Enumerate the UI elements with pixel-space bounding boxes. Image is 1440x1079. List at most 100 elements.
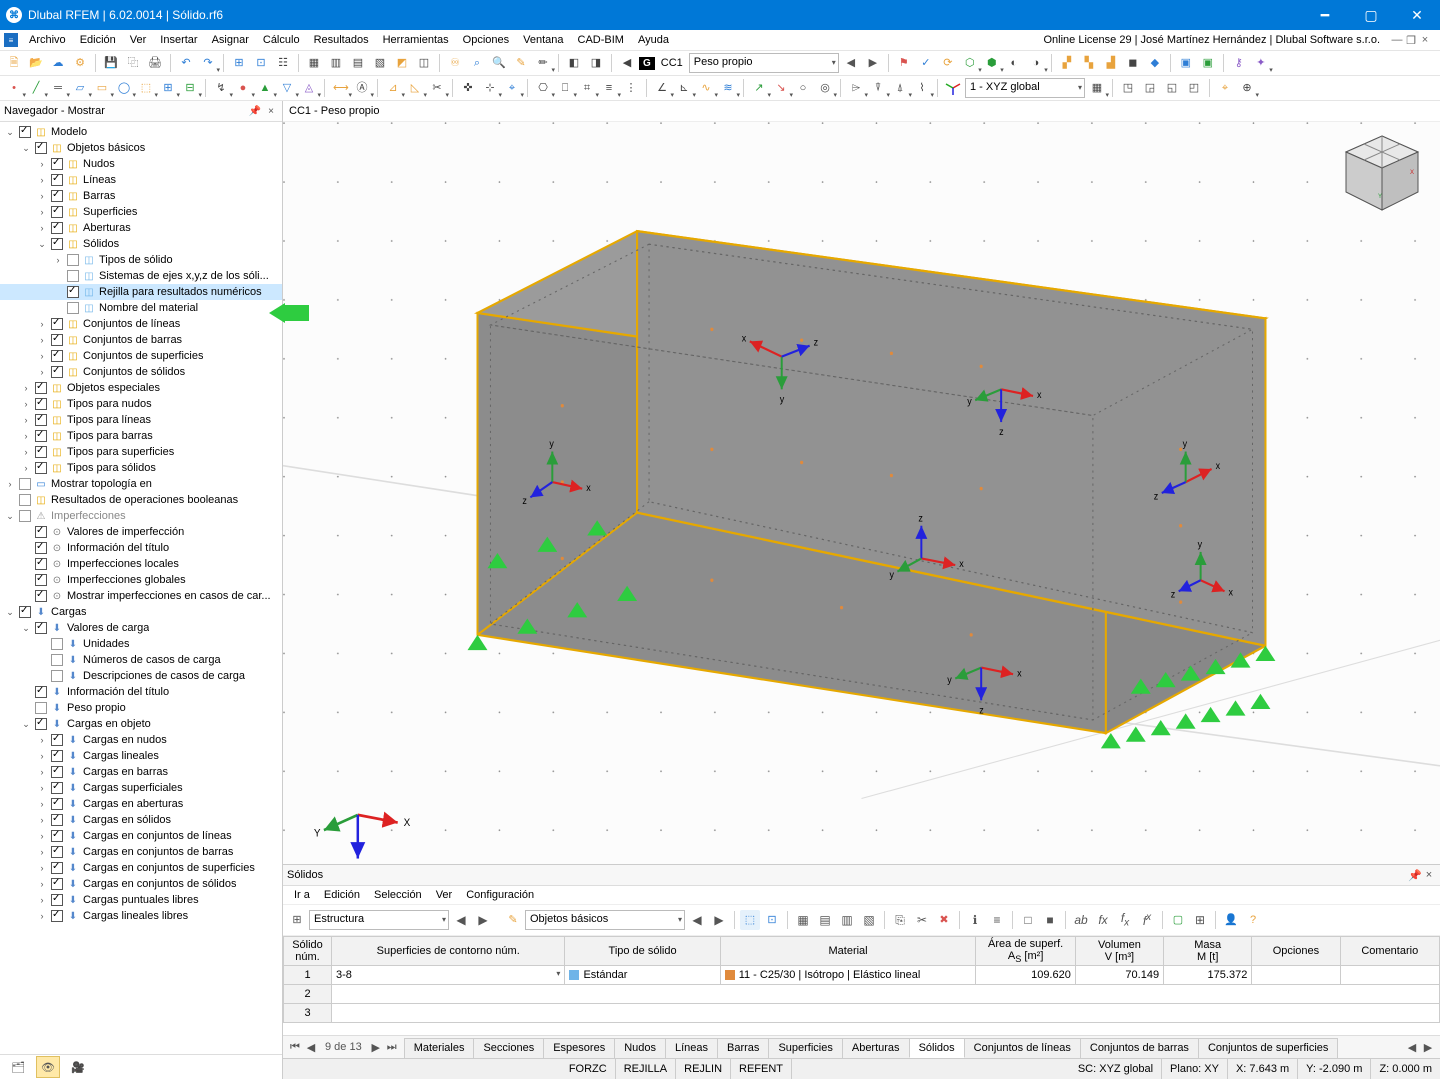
redo-button[interactable]: ↷ [198,53,218,73]
twisty-icon[interactable]: ⌄ [4,607,16,618]
tree-item[interactable]: ⊙Mostrar imperfecciones en casos de car.… [0,588,282,604]
twisty-icon[interactable]: › [36,847,48,857]
tree-item[interactable]: ⊙Imperfecciones globales [0,572,282,588]
tree-item[interactable]: ⬇Información del título [0,684,282,700]
bottom-tab[interactable]: Secciones [473,1038,544,1058]
tab-last[interactable]: ⏭ [384,1041,400,1054]
tree-item[interactable]: ⬇Números de casos de carga [0,652,282,668]
checkbox[interactable] [51,830,63,842]
t2-k1[interactable]: ⎔ [533,78,553,98]
sp-tb-a3[interactable]: ▥ [837,910,857,930]
solids-table[interactable]: Sólidonúm. Superficies de contorno núm. … [283,936,1440,1023]
checkbox[interactable] [35,542,47,554]
tree-item[interactable]: ›◫Tipos para superficies [0,444,282,460]
tree-item[interactable]: ›◫Nudos [0,156,282,172]
tb-e5[interactable]: ◆ [1145,53,1165,73]
tb-d6[interactable]: ◐ [1004,53,1024,73]
checkbox[interactable] [67,254,79,266]
tb-b1[interactable]: ♾ [445,53,465,73]
tab-next[interactable]: ▶ [368,1041,384,1054]
sp-tb-d2[interactable]: ■ [1040,910,1060,930]
sp-nav-prev1[interactable]: ◀ [451,910,471,930]
twisty-icon[interactable]: › [36,159,48,169]
tree-item[interactable]: ›◫Conjuntos de barras [0,332,282,348]
t2-p1[interactable]: ◳ [1118,78,1138,98]
tree-item[interactable]: ⌄◫Sólidos [0,236,282,252]
tree-item[interactable]: ›⬇Cargas en conjuntos de líneas [0,828,282,844]
solids-close-button[interactable]: × [1422,869,1436,881]
twisty-icon[interactable]: ⌄ [20,143,32,154]
twisty-icon[interactable]: ⌄ [20,623,32,634]
tabs-scroll-right[interactable]: ▶ [1420,1041,1436,1054]
nav-foot-show[interactable]: 👁 [36,1056,60,1078]
twisty-icon[interactable]: › [20,399,32,409]
sp-tb-filter[interactable]: ✎ [503,910,523,930]
checkbox[interactable] [19,606,31,618]
t2-n3[interactable]: ⍋ [890,78,910,98]
twisty-icon[interactable]: ⌄ [20,719,32,730]
twisty-icon[interactable]: › [36,735,48,745]
tb-d7[interactable]: ◑ [1026,53,1046,73]
checkbox[interactable] [51,350,63,362]
twisty-icon[interactable]: › [36,799,48,809]
t2-n2[interactable]: ⍒ [868,78,888,98]
twisty-icon[interactable]: › [36,351,48,361]
twisty-icon[interactable]: ⌄ [36,239,48,250]
tb-f1[interactable]: ▣ [1176,53,1196,73]
checkbox[interactable] [51,638,63,650]
checkbox[interactable] [51,862,63,874]
cloud-button[interactable]: ☁ [48,53,68,73]
nav-foot-video[interactable]: 🎥 [66,1056,90,1078]
tree-item[interactable]: ›◫Tipos para sólidos [0,460,282,476]
tb-d2[interactable]: ✓ [916,53,936,73]
menu-resultados[interactable]: Resultados [307,32,376,48]
tree-item[interactable]: ›⬇Cargas puntuales libres [0,892,282,908]
tree-item[interactable]: ⊙Imperfecciones locales [0,556,282,572]
t2-k2[interactable]: ⎕ [555,78,575,98]
checkbox[interactable] [51,782,63,794]
bottom-tab[interactable]: Materiales [404,1038,475,1058]
t2-q1[interactable]: ⌖ [1215,78,1235,98]
t2-axes[interactable] [943,78,963,98]
t2-m3[interactable]: ○ [793,78,813,98]
t2-l4[interactable]: ≋ [718,78,738,98]
bottom-tab[interactable]: Aberturas [842,1038,910,1058]
t2-k5[interactable]: ⋮ [621,78,641,98]
checkbox[interactable] [51,174,63,186]
cc-next[interactable]: ▶ [863,53,883,73]
solids-pin-button[interactable]: 📌 [1408,869,1422,882]
twisty-icon[interactable]: › [36,831,48,841]
col-vol[interactable]: VolumenV [m³] [1075,937,1163,966]
tree-item[interactable]: ⌄⬇Valores de carga [0,620,282,636]
twisty-icon[interactable]: › [36,207,48,217]
t2-txt[interactable]: Ⓐ [352,78,372,98]
col-com[interactable]: Comentario [1340,937,1439,966]
t2-i1[interactable]: ⊿ [383,78,403,98]
tb-a3[interactable]: ☷ [273,53,293,73]
checkbox[interactable] [35,718,47,730]
checkbox[interactable] [51,190,63,202]
menu-calculo[interactable]: Cálculo [256,32,307,48]
checkbox[interactable] [35,686,47,698]
checkbox[interactable] [51,366,63,378]
sp-tb-d1[interactable]: □ [1018,910,1038,930]
sp-tb-fx1[interactable]: ab [1071,910,1091,930]
tree-item[interactable]: ›⬇Cargas en sólidos [0,812,282,828]
coord-combo[interactable]: 1 - XYZ global [965,78,1085,98]
twisty-icon[interactable]: › [20,431,32,441]
checkbox[interactable] [19,494,31,506]
checkbox[interactable] [35,558,47,570]
checkbox[interactable] [51,334,63,346]
t2-set[interactable]: ⬚ [136,78,156,98]
open-button[interactable]: 📂 [26,53,46,73]
status-rejlin[interactable]: REJLIN [676,1059,731,1079]
twisty-icon[interactable]: ⌄ [4,127,16,138]
tree-item[interactable]: ›◫Conjuntos de superficies [0,348,282,364]
t2-n4[interactable]: ⌇ [912,78,932,98]
bottom-tab[interactable]: Espesores [543,1038,615,1058]
twisty-icon[interactable]: › [36,815,48,825]
t2-open[interactable]: ◯ [114,78,134,98]
bottom-tab[interactable]: Conjuntos de superficies [1198,1038,1338,1058]
status-rejilla[interactable]: REJILLA [616,1059,676,1079]
tree-item[interactable]: ›◫Conjuntos de líneas [0,316,282,332]
